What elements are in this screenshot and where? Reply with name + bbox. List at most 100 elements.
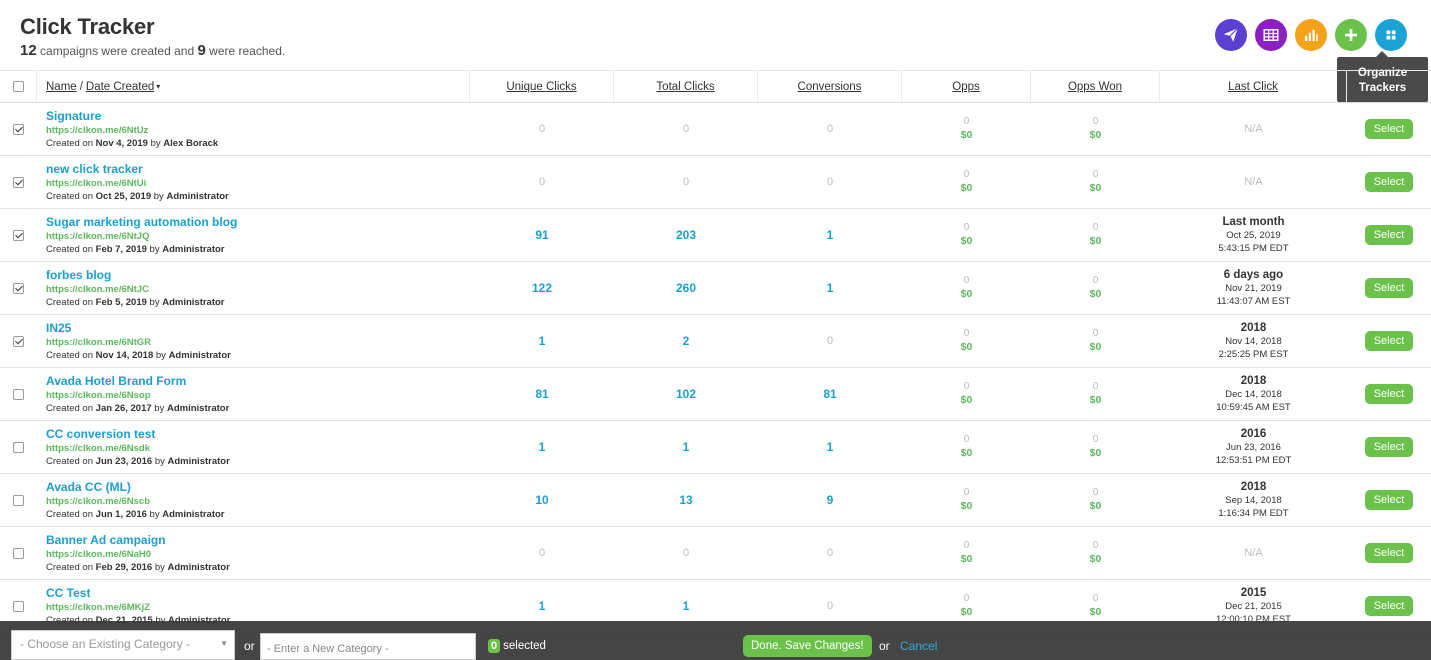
total-clicks-cell: 102 <box>614 368 758 420</box>
unique-clicks-value[interactable]: 10 <box>535 493 548 507</box>
unique-clicks-value[interactable]: 1 <box>539 440 546 454</box>
send-button[interactable] <box>1215 19 1247 51</box>
row-checkbox[interactable] <box>13 600 24 612</box>
sort-by-name[interactable]: Name <box>46 81 77 93</box>
tracker-name-link[interactable]: Signature <box>46 109 101 124</box>
total-clicks-cell: 0 <box>614 156 758 208</box>
select-button[interactable]: Select <box>1365 119 1413 139</box>
conversions-value[interactable]: 1 <box>827 440 834 454</box>
last-click-cell: 2018 Dec 14, 2018 10:59:45 AM EST <box>1160 368 1347 420</box>
plus-icon <box>1345 29 1357 41</box>
tracker-info: Banner Ad campaign https://clkon.me/6NaH… <box>37 527 470 579</box>
opps-cell: 0 $0 <box>902 421 1031 473</box>
row-checkbox[interactable] <box>13 494 24 506</box>
unique-clicks-value: 0 <box>538 547 546 559</box>
toolbar <box>1215 19 1407 51</box>
row-checkbox-cell <box>0 527 37 579</box>
tracker-url-link[interactable]: https://clkon.me/6NtJQ <box>46 230 149 243</box>
opps-won-amount: $0 <box>1089 341 1102 353</box>
tracker-name-link[interactable]: Banner Ad campaign <box>46 533 166 548</box>
conversions-value[interactable]: 1 <box>827 281 834 295</box>
unique-clicks-value[interactable]: 81 <box>535 387 548 401</box>
sort-by-total-clicks[interactable]: Total Clicks <box>656 81 714 93</box>
tracker-url-link[interactable]: https://clkon.me/6NaH0 <box>46 548 151 561</box>
tracker-url-link[interactable]: https://clkon.me/6NtUi <box>46 177 146 190</box>
select-button[interactable]: Select <box>1365 490 1413 510</box>
select-button[interactable]: Select <box>1365 331 1413 351</box>
row-checkbox[interactable] <box>13 388 24 400</box>
tracker-name-link[interactable]: Sugar marketing automation blog <box>46 215 237 230</box>
opps-won-count: 0 <box>1092 434 1099 445</box>
select-button[interactable]: Select <box>1365 437 1413 457</box>
sort-by-opps-won[interactable]: Opps Won <box>1068 81 1122 93</box>
unique-clicks-value[interactable]: 1 <box>539 599 546 613</box>
tracker-name-link[interactable]: forbes blog <box>46 268 111 283</box>
existing-category-select[interactable]: - Choose an Existing Category - ▼ <box>11 630 235 660</box>
tracker-url-link[interactable]: https://clkon.me/6NtGR <box>46 336 151 349</box>
unique-clicks-value: 0 <box>538 123 546 135</box>
total-clicks-value[interactable]: 203 <box>676 228 696 242</box>
row-checkbox[interactable] <box>13 229 24 241</box>
row-checkbox[interactable] <box>13 441 24 453</box>
select-button[interactable]: Select <box>1365 543 1413 563</box>
opps-won-cell: 0 $0 <box>1031 262 1160 314</box>
conversions-value[interactable]: 1 <box>827 228 834 242</box>
select-button[interactable]: Select <box>1365 225 1413 245</box>
total-clicks-value[interactable]: 260 <box>676 281 696 295</box>
total-clicks-value[interactable]: 1 <box>683 440 690 454</box>
save-changes-button[interactable]: Done. Save Changes! <box>743 635 872 657</box>
tracker-url-link[interactable]: https://clkon.me/6Nscb <box>46 495 150 508</box>
tracker-url-link[interactable]: https://clkon.me/6Nsdk <box>46 442 150 455</box>
total-clicks-value[interactable]: 13 <box>679 493 692 507</box>
select-button[interactable]: Select <box>1365 596 1413 616</box>
select-button[interactable]: Select <box>1365 384 1413 404</box>
total-clicks-value[interactable]: 2 <box>683 334 690 348</box>
cancel-link[interactable]: Cancel <box>900 639 937 653</box>
sort-by-unique-clicks[interactable]: Unique Clicks <box>506 81 576 93</box>
unique-clicks-value[interactable]: 91 <box>535 228 548 242</box>
conversions-value[interactable]: 81 <box>823 387 836 401</box>
tracker-name-link[interactable]: Avada Hotel Brand Form <box>46 374 186 389</box>
tracker-name-link[interactable]: CC conversion test <box>46 427 155 442</box>
table-view-button[interactable] <box>1255 19 1287 51</box>
tracker-name-link[interactable]: Avada CC (ML) <box>46 480 131 495</box>
total-clicks-value[interactable]: 102 <box>676 387 696 401</box>
opps-won-amount: $0 <box>1089 182 1102 194</box>
tracker-name-link[interactable]: IN25 <box>46 321 71 336</box>
opps-won-count: 0 <box>1092 381 1099 392</box>
unique-clicks-value[interactable]: 1 <box>539 334 546 348</box>
opps-cell: 0 $0 <box>902 315 1031 367</box>
sort-by-last-click[interactable]: Last Click <box>1228 81 1278 93</box>
tracker-name-link[interactable]: CC Test <box>46 586 90 601</box>
tracker-info: Signature https://clkon.me/6NtUz Created… <box>37 103 470 155</box>
row-checkbox[interactable] <box>13 335 24 347</box>
sort-by-conversions[interactable]: Conversions <box>798 81 862 93</box>
select-button[interactable]: Select <box>1365 172 1413 192</box>
sort-by-opps[interactable]: Opps <box>952 81 980 93</box>
new-category-input[interactable] <box>260 633 476 660</box>
table-row: Signature https://clkon.me/6NtUz Created… <box>0 103 1431 156</box>
row-checkbox[interactable] <box>13 176 24 188</box>
reports-button[interactable] <box>1295 19 1327 51</box>
conversions-value[interactable]: 9 <box>827 493 834 507</box>
tracker-url-link[interactable]: https://clkon.me/6NtJC <box>46 283 149 296</box>
unique-clicks-value[interactable]: 122 <box>532 281 552 295</box>
select-all-checkbox[interactable] <box>12 81 24 92</box>
add-tracker-button[interactable] <box>1335 19 1367 51</box>
row-checkbox[interactable] <box>13 547 24 559</box>
dropdown-arrow-icon: ▼ <box>220 639 228 648</box>
tracker-url-link[interactable]: https://clkon.me/6MKjZ <box>46 601 150 614</box>
tracker-url-link[interactable]: https://clkon.me/6Nsop <box>46 389 151 402</box>
row-checkbox[interactable] <box>13 282 24 294</box>
sort-by-date-created[interactable]: Date Created <box>86 81 154 93</box>
tracker-name-link[interactable]: new click tracker <box>46 162 143 177</box>
row-checkbox[interactable] <box>13 123 24 135</box>
opps-amount: $0 <box>960 288 973 300</box>
tracker-url-link[interactable]: https://clkon.me/6NtUz <box>46 124 148 137</box>
selected-count: 0 selected <box>488 639 546 653</box>
select-button[interactable]: Select <box>1365 278 1413 298</box>
total-clicks-value[interactable]: 1 <box>683 599 690 613</box>
organize-trackers-button[interactable] <box>1375 19 1407 51</box>
tracker-info: Sugar marketing automation blog https://… <box>37 209 470 261</box>
summary-text-end: were reached. <box>209 44 286 58</box>
